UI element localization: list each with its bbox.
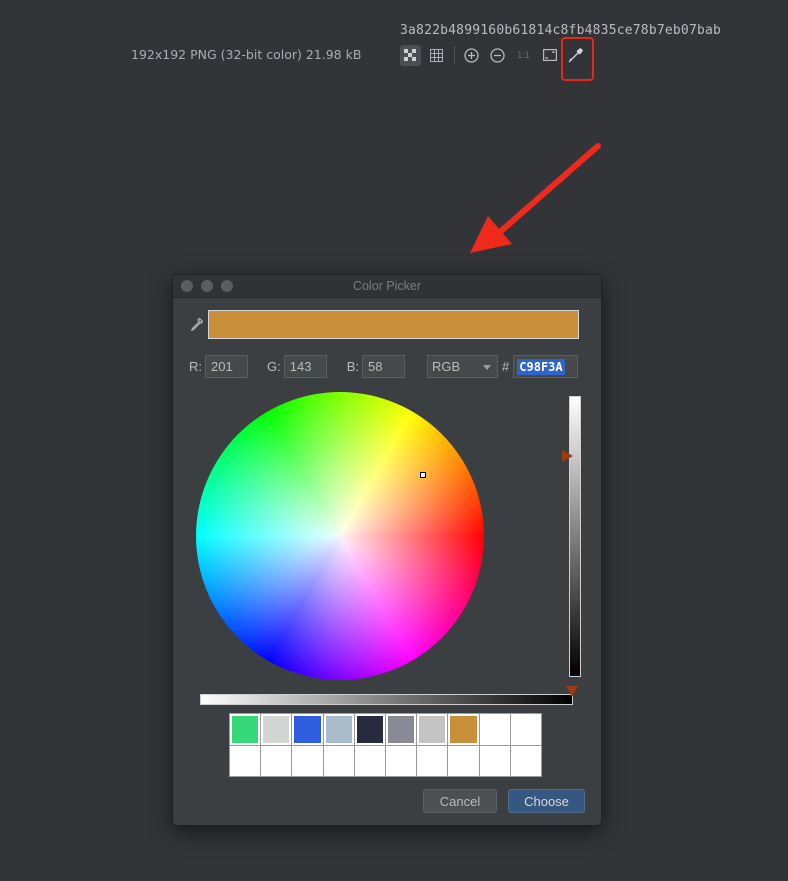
color-picker-dialog: Color Picker R: 201 G: 143 B: 58 RGB # C… xyxy=(172,274,602,826)
toolbar-separator xyxy=(454,46,455,64)
color-swatch[interactable] xyxy=(417,745,448,776)
fit-icon[interactable] xyxy=(539,45,560,66)
color-swatch[interactable] xyxy=(323,714,354,745)
color-swatch[interactable] xyxy=(479,714,510,745)
color-swatch-fill xyxy=(450,716,477,743)
b-field[interactable]: 58 xyxy=(362,355,406,378)
image-info: 192x192 PNG (32-bit color) 21.98 kB xyxy=(131,47,362,62)
color-swatch[interactable] xyxy=(292,714,323,745)
color-swatch[interactable] xyxy=(292,745,323,776)
color-preview xyxy=(208,310,579,339)
color-wheel-selector[interactable] xyxy=(420,472,426,478)
grid-icon[interactable] xyxy=(426,45,447,66)
g-field[interactable]: 143 xyxy=(283,355,327,378)
color-swatch-fill xyxy=(356,716,383,743)
color-mode-value: RGB xyxy=(432,359,461,374)
zoom-out-icon[interactable] xyxy=(487,45,508,66)
color-swatch-fill xyxy=(294,716,321,743)
color-swatch[interactable] xyxy=(354,745,385,776)
pipette-icon[interactable] xyxy=(190,317,204,332)
color-swatch[interactable] xyxy=(230,745,261,776)
chevron-down-icon xyxy=(483,365,492,370)
color-swatch[interactable] xyxy=(230,714,261,745)
color-swatch[interactable] xyxy=(354,714,385,745)
color-swatch[interactable] xyxy=(448,745,479,776)
color-swatch[interactable] xyxy=(386,745,417,776)
color-swatch-fill xyxy=(232,716,259,743)
image-hash: 3a822b4899160b61814c8fb4835ce78b7eb07bab xyxy=(400,23,722,38)
hex-value: C98F3A xyxy=(517,358,565,375)
color-swatch[interactable] xyxy=(261,714,292,745)
color-swatch[interactable] xyxy=(261,745,292,776)
opacity-slider-thumb[interactable] xyxy=(566,686,578,697)
hex-field[interactable]: C98F3A xyxy=(513,355,579,378)
color-swatch[interactable] xyxy=(323,745,354,776)
b-label: B: xyxy=(346,359,360,374)
annotation-arrow xyxy=(470,143,601,253)
color-swatch-fill xyxy=(263,716,290,743)
color-wheel[interactable] xyxy=(196,392,484,680)
dialog-titlebar: Color Picker xyxy=(173,275,601,298)
r-label: R: xyxy=(189,359,202,374)
color-swatch-fill xyxy=(325,716,352,743)
color-swatch-fill xyxy=(388,716,415,743)
color-swatch[interactable] xyxy=(510,745,541,776)
color-mode-select[interactable]: RGB xyxy=(427,355,499,378)
brightness-slider-thumb[interactable] xyxy=(562,450,573,462)
zoom-in-icon[interactable] xyxy=(461,45,482,66)
color-swatch[interactable] xyxy=(479,745,510,776)
g-label: G: xyxy=(267,359,281,374)
recent-colors-grid xyxy=(229,713,542,777)
actual-size-icon[interactable]: 1:1 xyxy=(513,45,534,66)
color-swatch-fill xyxy=(419,716,446,743)
dialog-title: Color Picker xyxy=(352,279,422,293)
choose-button[interactable]: Choose xyxy=(508,789,585,813)
r-field[interactable]: 201 xyxy=(205,355,248,378)
chessboard-icon[interactable] xyxy=(400,44,421,66)
brightness-slider[interactable] xyxy=(569,396,581,677)
color-swatch[interactable] xyxy=(386,714,417,745)
cancel-button[interactable]: Cancel xyxy=(423,789,497,813)
highlight-box xyxy=(561,37,594,81)
rgb-row: R: 201 G: 143 B: 58 RGB # C98F3A xyxy=(189,354,579,379)
color-swatch[interactable] xyxy=(448,714,479,745)
color-swatch[interactable] xyxy=(510,714,541,745)
opacity-slider[interactable] xyxy=(200,694,573,705)
color-swatch[interactable] xyxy=(417,714,448,745)
hex-label: # xyxy=(502,359,510,374)
